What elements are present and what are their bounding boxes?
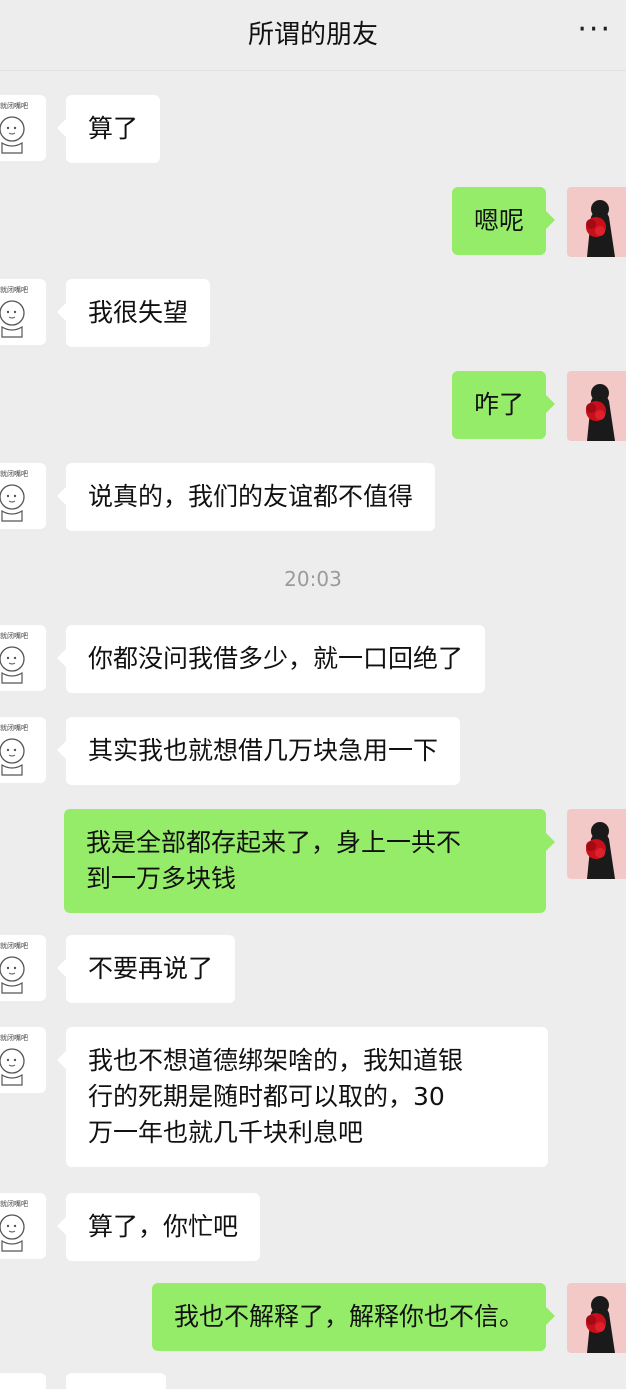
message-list[interactable]: 就闭嘴吧 算了 嗯呢 就闭嘴吧 我很失望 咋了 就闭嘴吧 说真的，我们的友谊都不… bbox=[0, 71, 626, 1389]
message-bubble-outgoing[interactable]: 嗯呢 bbox=[451, 187, 556, 255]
message-bubble-incoming[interactable]: 不要再说了 bbox=[56, 935, 236, 1003]
avatar-caption: 就闭嘴吧 bbox=[0, 1034, 28, 1042]
contact-avatar[interactable]: 就闭嘴吧 bbox=[0, 95, 46, 161]
contact-avatar[interactable]: 就闭嘴吧 bbox=[0, 717, 46, 783]
avatar-caption: 就闭嘴吧 bbox=[0, 286, 28, 294]
message-bubble-outgoing[interactable]: 咋了 bbox=[451, 371, 556, 439]
cartoon-face-icon bbox=[0, 116, 25, 154]
avatar-caption: 就闭嘴吧 bbox=[0, 102, 28, 110]
contact-avatar[interactable]: 就闭嘴吧 bbox=[0, 935, 46, 1001]
avatar-caption: 就闭嘴吧 bbox=[0, 724, 28, 732]
cartoon-face-icon bbox=[0, 484, 25, 522]
avatar-caption: 就闭嘴吧 bbox=[0, 1200, 28, 1208]
contact-avatar[interactable]: 就闭嘴吧 bbox=[0, 1193, 46, 1259]
girl-with-roses-icon bbox=[586, 1296, 615, 1353]
message-timestamp: 20:03 bbox=[284, 567, 342, 591]
message-bubble-incoming[interactable]: 你都没问我借多少，就一口回绝了 bbox=[56, 625, 486, 693]
message-bubble-incoming[interactable]: 我很失望 bbox=[56, 279, 211, 347]
my-avatar[interactable] bbox=[567, 371, 626, 441]
avatar-caption: 就闭嘴吧 bbox=[0, 470, 28, 478]
cartoon-face-icon bbox=[0, 956, 25, 994]
cartoon-face-icon bbox=[0, 646, 25, 684]
message-bubble-incoming-partial[interactable] bbox=[66, 1373, 166, 1389]
cartoon-face-icon bbox=[0, 300, 25, 338]
cartoon-face-icon bbox=[0, 738, 25, 776]
my-avatar[interactable] bbox=[567, 809, 626, 879]
girl-with-roses-icon bbox=[586, 384, 615, 441]
avatar-caption: 就闭嘴吧 bbox=[0, 632, 28, 640]
message-bubble-incoming[interactable]: 说真的，我们的友谊都不值得 bbox=[56, 463, 436, 531]
message-bubble-outgoing[interactable]: 我也不解释了，解释你也不信。 bbox=[151, 1283, 556, 1351]
contact-avatar[interactable] bbox=[0, 1373, 46, 1389]
girl-with-roses-icon bbox=[586, 822, 615, 879]
contact-avatar[interactable]: 就闭嘴吧 bbox=[0, 625, 46, 691]
my-avatar[interactable] bbox=[567, 187, 626, 257]
message-bubble-outgoing[interactable]: 我是全部都存起来了，身上一共不 到一万多块钱 bbox=[64, 809, 555, 913]
more-options-icon[interactable]: ··· bbox=[577, 12, 612, 47]
contact-avatar[interactable]: 就闭嘴吧 bbox=[0, 279, 46, 345]
message-bubble-incoming[interactable]: 算了 bbox=[56, 95, 161, 163]
avatar-caption: 就闭嘴吧 bbox=[0, 942, 28, 950]
chat-header: 所谓的朋友 ··· bbox=[0, 0, 626, 71]
message-bubble-incoming[interactable]: 其实我也就想借几万块急用一下 bbox=[56, 717, 461, 785]
contact-avatar[interactable]: 就闭嘴吧 bbox=[0, 1027, 46, 1093]
chat-title: 所谓的朋友 bbox=[247, 20, 378, 50]
cartoon-face-icon bbox=[0, 1214, 25, 1252]
contact-avatar[interactable]: 就闭嘴吧 bbox=[0, 463, 46, 529]
girl-with-roses-icon bbox=[586, 200, 615, 257]
message-bubble-incoming[interactable]: 我也不想道德绑架啥的，我知道银 行的死期是随时都可以取的，30 万一年也就几千块… bbox=[57, 1027, 548, 1167]
cartoon-face-icon bbox=[0, 1048, 25, 1086]
message-bubble-incoming[interactable]: 算了，你忙吧 bbox=[56, 1193, 261, 1261]
my-avatar[interactable] bbox=[567, 1283, 626, 1353]
